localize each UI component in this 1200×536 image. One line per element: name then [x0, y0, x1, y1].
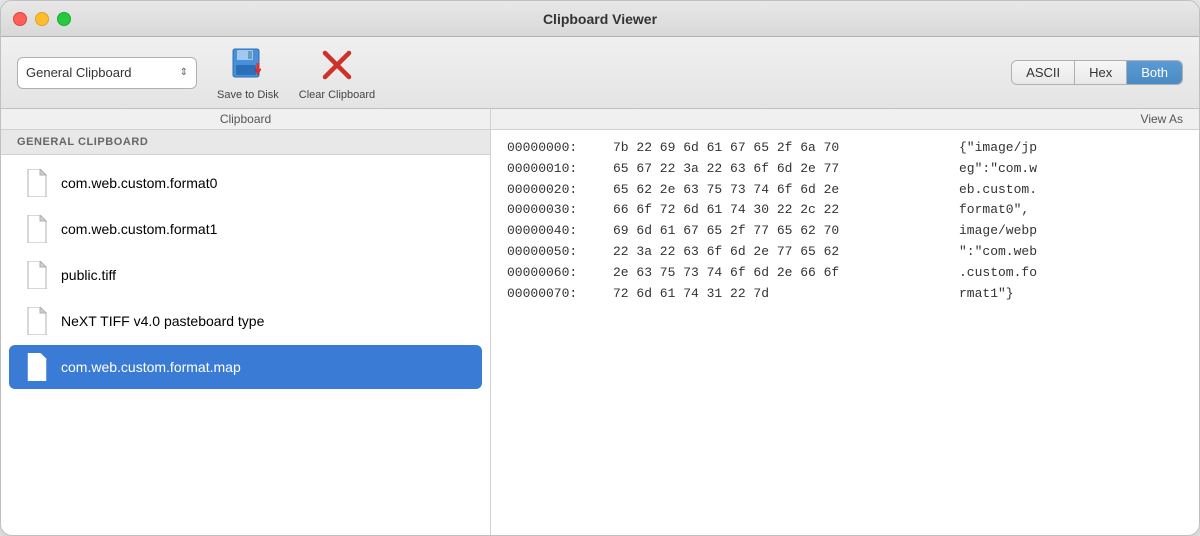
save-to-disk-action[interactable]: Save to Disk — [217, 45, 279, 101]
hex-ascii: eb.custom. — [959, 180, 1037, 201]
sidebar-item-label: NeXT TIFF v4.0 pasteboard type — [61, 313, 264, 329]
column-clipboard-header: Clipboard — [1, 109, 491, 129]
sidebar-header: GENERAL CLIPBOARD — [1, 130, 490, 155]
clipboard-selector[interactable]: General Clipboard ⇕ — [17, 57, 197, 89]
window-controls — [13, 12, 71, 26]
column-viewas-header: View As — [491, 109, 1199, 129]
hex-address: 00000040: — [507, 221, 597, 242]
hex-row: 00000050: 22 3a 22 63 6f 6d 2e 77 65 62 ":… — [507, 242, 1183, 263]
hex-row: 00000010: 65 67 22 3a 22 63 6f 6d 2e 77 eg… — [507, 159, 1183, 180]
clear-clipboard-action[interactable]: Clear Clipboard — [299, 45, 375, 101]
sidebar-item-label-active: com.web.custom.format.map — [61, 359, 241, 375]
hex-bytes: 7b 22 69 6d 61 67 65 2f 6a 70 — [613, 138, 943, 159]
hex-bytes: 65 62 2e 63 75 73 74 6f 6d 2e — [613, 180, 943, 201]
hex-ascii: format0", — [959, 200, 1029, 221]
view-as-buttons: ASCII Hex Both — [1011, 60, 1183, 85]
main-content: GENERAL CLIPBOARD com.web.custom.format0 — [1, 130, 1199, 535]
hex-bytes: 72 6d 61 74 31 22 7d — [613, 284, 943, 305]
window-title: Clipboard Viewer — [543, 11, 657, 27]
hex-row: 00000070: 72 6d 61 74 31 22 7d rmat1"} — [507, 284, 1183, 305]
hex-rows-container: 00000000: 7b 22 69 6d 61 67 65 2f 6a 70 {"… — [507, 138, 1183, 304]
hex-address: 00000010: — [507, 159, 597, 180]
hex-bytes: 2e 63 75 73 74 6f 6d 2e 66 6f — [613, 263, 943, 284]
maximize-button[interactable] — [57, 12, 71, 26]
close-button[interactable] — [13, 12, 27, 26]
save-disk-icon — [228, 45, 268, 85]
file-icon — [25, 307, 49, 335]
hex-ascii: image/webp — [959, 221, 1037, 242]
clear-clipboard-icon — [317, 45, 357, 85]
save-disk-label: Save to Disk — [217, 89, 279, 101]
list-item[interactable]: com.web.custom.format0 — [9, 161, 482, 205]
hex-bytes: 65 67 22 3a 22 63 6f 6d 2e 77 — [613, 159, 943, 180]
hex-ascii: .custom.fo — [959, 263, 1037, 284]
hex-address: 00000060: — [507, 263, 597, 284]
hex-ascii: rmat1"} — [959, 284, 1014, 305]
hex-row: 00000000: 7b 22 69 6d 61 67 65 2f 6a 70 {"… — [507, 138, 1183, 159]
chevron-down-icon: ⇕ — [180, 67, 188, 78]
hex-row: 00000060: 2e 63 75 73 74 6f 6d 2e 66 6f .c… — [507, 263, 1183, 284]
list-item[interactable]: com.web.custom.format1 — [9, 207, 482, 251]
hex-bytes: 66 6f 72 6d 61 74 30 22 2c 22 — [613, 200, 943, 221]
titlebar: Clipboard Viewer — [1, 1, 1199, 37]
main-window: Clipboard Viewer General Clipboard ⇕ — [0, 0, 1200, 536]
file-icon — [25, 261, 49, 289]
sidebar-item-label: public.tiff — [61, 267, 116, 283]
list-item[interactable]: public.tiff — [9, 253, 482, 297]
hex-address: 00000000: — [507, 138, 597, 159]
sidebar-item-label: com.web.custom.format1 — [61, 221, 217, 237]
sidebar-item-label: com.web.custom.format0 — [61, 175, 217, 191]
view-as-container: ASCII Hex Both — [1011, 60, 1183, 85]
clipboard-selector-label: General Clipboard — [26, 65, 132, 80]
view-hex-button[interactable]: Hex — [1075, 61, 1127, 84]
view-both-button[interactable]: Both — [1127, 61, 1182, 84]
hex-row: 00000020: 65 62 2e 63 75 73 74 6f 6d 2e eb… — [507, 180, 1183, 201]
hex-panel: 00000000: 7b 22 69 6d 61 67 65 2f 6a 70 {"… — [491, 130, 1199, 535]
list-item-active[interactable]: com.web.custom.format.map — [9, 345, 482, 389]
minimize-button[interactable] — [35, 12, 49, 26]
hex-address: 00000070: — [507, 284, 597, 305]
file-icon — [25, 215, 49, 243]
toolbar: General Clipboard ⇕ — [1, 37, 1199, 109]
hex-ascii: ":"com.web — [959, 242, 1037, 263]
hex-row: 00000030: 66 6f 72 6d 61 74 30 22 2c 22 fo… — [507, 200, 1183, 221]
hex-bytes: 22 3a 22 63 6f 6d 2e 77 65 62 — [613, 242, 943, 263]
hex-ascii: {"image/jp — [959, 138, 1037, 159]
sidebar-list: com.web.custom.format0 com.web.custom.fo… — [1, 155, 490, 535]
hex-address: 00000030: — [507, 200, 597, 221]
hex-address: 00000050: — [507, 242, 597, 263]
clear-clipboard-label: Clear Clipboard — [299, 89, 375, 101]
view-ascii-button[interactable]: ASCII — [1012, 61, 1075, 84]
list-item[interactable]: NeXT TIFF v4.0 pasteboard type — [9, 299, 482, 343]
file-icon-active — [25, 353, 49, 381]
file-icon — [25, 169, 49, 197]
hex-bytes: 69 6d 61 67 65 2f 77 65 62 70 — [613, 221, 943, 242]
hex-address: 00000020: — [507, 180, 597, 201]
sidebar: GENERAL CLIPBOARD com.web.custom.format0 — [1, 130, 491, 535]
hex-ascii: eg":"com.w — [959, 159, 1037, 180]
hex-row: 00000040: 69 6d 61 67 65 2f 77 65 62 70 im… — [507, 221, 1183, 242]
